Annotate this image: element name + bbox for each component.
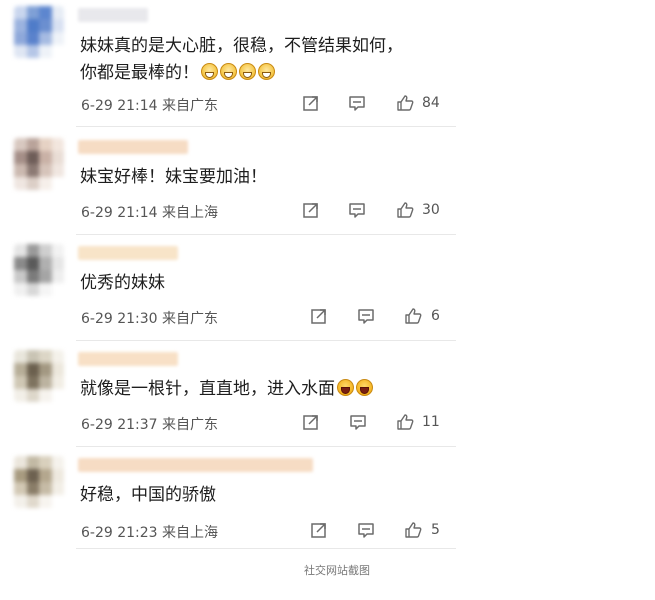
like-icon[interactable] <box>396 201 414 219</box>
share-icon[interactable] <box>302 413 320 431</box>
share-icon[interactable] <box>310 307 328 325</box>
divider <box>76 126 456 127</box>
share-icon[interactable] <box>302 201 320 219</box>
comment-icon[interactable] <box>348 201 366 219</box>
username-blurred[interactable] <box>78 140 188 154</box>
comment-item: 好稳，中国的骄傲 6-29 21:23 来自上海 5 <box>0 448 470 548</box>
comment-item: 妹宝好棒！妹宝要加油！ 6-29 21:14 来自上海 30 <box>0 128 470 228</box>
comment-actions: 6 <box>0 307 470 327</box>
image-caption: 社交网站截图 <box>304 564 370 577</box>
like-icon[interactable] <box>396 94 414 112</box>
share-icon[interactable] <box>302 94 320 112</box>
comment-icon[interactable] <box>348 94 366 112</box>
comment-actions: 5 <box>0 521 470 541</box>
comment-item: 就像是一根针，直直地，进入水面 6-29 21:37 来自广东 11 <box>0 342 470 442</box>
comment-item: 妹妹真的是大心脏，很稳，不管结果如何， 你都是最棒的！ 6-29 21:14 来… <box>0 0 470 114</box>
like-count: 11 <box>422 414 440 430</box>
like-count: 30 <box>422 202 440 218</box>
avatar[interactable] <box>14 456 64 508</box>
laughing-emoji-icon <box>356 379 373 396</box>
grin-emoji-icon <box>220 63 237 80</box>
comment-item: 优秀的妹妹 6-29 21:30 来自广东 6 <box>0 236 470 336</box>
comment-text: 就像是一根针，直直地，进入水面 <box>80 376 373 403</box>
username-blurred[interactable] <box>78 458 313 472</box>
comment-text: 妹宝好棒！妹宝要加油！ <box>80 167 267 187</box>
comment-actions: 11 <box>0 413 470 433</box>
comment-text: 妹妹真的是大心脏，很稳，不管结果如何， 你都是最棒的！ <box>80 36 403 83</box>
divider <box>76 446 456 447</box>
like-count: 84 <box>422 95 440 111</box>
comment-icon[interactable] <box>349 413 367 431</box>
comment-text: 优秀的妹妹 <box>80 273 165 293</box>
avatar[interactable] <box>14 350 64 402</box>
like-count: 6 <box>431 308 440 324</box>
laughing-emoji-icon <box>337 379 354 396</box>
like-icon[interactable] <box>404 307 422 325</box>
comment-actions: 30 <box>0 201 470 221</box>
username-blurred[interactable] <box>78 352 178 366</box>
avatar[interactable] <box>14 6 64 58</box>
username-blurred[interactable] <box>78 8 148 22</box>
avatar[interactable] <box>14 138 64 190</box>
like-icon[interactable] <box>404 521 422 539</box>
comment-icon[interactable] <box>357 307 375 325</box>
divider <box>76 548 456 549</box>
comment-icon[interactable] <box>357 521 375 539</box>
comment-actions: 84 <box>0 94 470 114</box>
grin-emoji-icon <box>201 63 218 80</box>
username-blurred[interactable] <box>78 246 178 260</box>
avatar[interactable] <box>14 244 64 296</box>
share-icon[interactable] <box>310 521 328 539</box>
divider <box>76 234 456 235</box>
like-icon[interactable] <box>396 413 414 431</box>
divider <box>76 340 456 341</box>
comment-text: 好稳，中国的骄傲 <box>80 485 216 505</box>
grin-emoji-icon <box>258 63 275 80</box>
like-count: 5 <box>431 522 440 538</box>
grin-emoji-icon <box>239 63 256 80</box>
